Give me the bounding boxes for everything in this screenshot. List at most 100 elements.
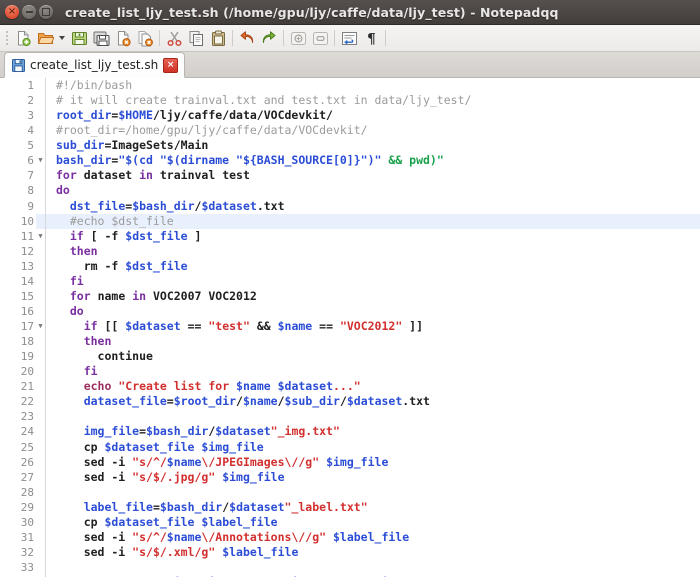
editor-line[interactable]: 22 dataset_file=$root_dir/$name/$sub_dir…: [0, 394, 700, 410]
editor-line[interactable]: 29 label_file=$bash_dir/$dataset"_label.…: [0, 499, 700, 515]
editor-line[interactable]: 16 do: [0, 303, 700, 319]
line-number: 24: [0, 424, 36, 440]
fold-toggle-icon[interactable]: ▼: [36, 153, 45, 168]
line-content: sed -i "s/$/.xml/g" $label_file: [51, 545, 700, 560]
tab-close-button[interactable]: ×: [163, 57, 179, 73]
code-token: label_file: [83, 499, 153, 514]
editor-line[interactable]: 4 #root_dir=/home/gpu/ljy/caffe/data/VOCd…: [0, 123, 700, 139]
editor-line[interactable]: 9 dst_file=$bash_dir/$dataset.txt: [0, 198, 700, 214]
editor-line[interactable]: 33: [0, 560, 700, 576]
editor-line[interactable]: 19 continue: [0, 349, 700, 365]
zoom-out-icon: [312, 31, 328, 45]
code-token: =: [152, 499, 160, 514]
code-token: /: [339, 394, 347, 409]
code-token: $name: [236, 379, 271, 394]
code-token: "_label.txt": [284, 499, 368, 514]
maximize-window-button[interactable]: [39, 5, 53, 19]
line-content: if [ -f $dst_file ]: [51, 229, 700, 244]
title-bar: × create_list_ljy_test.sh (/home/gpu/ljy…: [0, 0, 700, 25]
fold-toggle-icon[interactable]: ▼: [36, 319, 45, 334]
close-all-button[interactable]: [134, 27, 156, 49]
editor-line[interactable]: 21 echo "Create list for $name $dataset.…: [0, 379, 700, 395]
editor-line[interactable]: 12 then: [0, 243, 700, 259]
editor-line[interactable]: 24 img_file=$bash_dir/$dataset"_img.txt": [0, 424, 700, 440]
code-token: =: [139, 424, 147, 439]
minimize-window-button[interactable]: [22, 5, 36, 19]
editor-line[interactable]: 28: [0, 484, 700, 500]
toolbar-drag-handle[interactable]: [3, 29, 10, 47]
editor-line[interactable]: 27 sed -i "s/$/.jpg/g" $img_file: [0, 469, 700, 485]
new-file-button[interactable]: [12, 27, 34, 49]
editor-line[interactable]: 25 cp $dataset_file $img_file: [0, 439, 700, 455]
close-icon: ×: [7, 6, 17, 17]
editor-line[interactable]: 6 ▼ bash_dir="$(cd "$(dirname "${BASH_SOUR…: [0, 153, 700, 169]
editor-line[interactable]: 13 rm -f $dst_file: [0, 258, 700, 274]
line-number: 28: [0, 484, 36, 500]
paste-button[interactable]: [207, 27, 229, 49]
line-content: sed -i "s/^/$name\/JPEGImages\//g" $img_…: [51, 455, 700, 470]
tab-create-list-ljy-test[interactable]: create_list_ljy_test.sh ×: [4, 52, 186, 78]
cut-button[interactable]: [163, 27, 185, 49]
close-file-button[interactable]: [112, 27, 134, 49]
line-content: continue: [51, 349, 700, 364]
code-token: .txt: [256, 198, 285, 213]
editor-line[interactable]: 30 cp $dataset_file $label_file: [0, 514, 700, 530]
code-editor[interactable]: 1 #!/bin/bash 2 # it will create trainval.t…: [0, 78, 700, 577]
code-token: if: [69, 228, 84, 243]
editor-line[interactable]: 32 sed -i "s/$/.xml/g" $label_file: [0, 544, 700, 560]
line-number: 12: [0, 243, 36, 259]
code-token: for: [56, 168, 77, 183]
editor-line[interactable]: 11 ▼ if [ -f $dst_file ]: [0, 228, 700, 244]
line-number: 18: [0, 334, 36, 350]
copy-button[interactable]: [185, 27, 207, 49]
editor-line[interactable]: 23: [0, 409, 700, 425]
editor-line[interactable]: 26 sed -i "s/^/$name\/JPEGImages\//g" $i…: [0, 454, 700, 470]
open-file-button[interactable]: [34, 27, 56, 49]
zoom-in-button[interactable]: [287, 27, 309, 49]
editor-line[interactable]: 14 fi: [0, 273, 700, 289]
code-token: ==: [312, 319, 340, 333]
fold-toggle-icon[interactable]: ▼: [36, 229, 45, 244]
editor-line[interactable]: 3 root_dir=$HOME/ljy/caffe/data/VOCdevkit…: [0, 108, 700, 124]
show-whitespace-button[interactable]: ¶: [360, 27, 382, 49]
editor-line[interactable]: 2 # it will create trainval.txt and test.…: [0, 93, 700, 109]
editor-line[interactable]: 7 for dataset in trainval test: [0, 168, 700, 184]
code-token: \/JPEGImages\//g": [201, 454, 320, 469]
code-token: do: [56, 183, 70, 198]
line-number: 25: [0, 439, 36, 455]
open-recent-dropdown[interactable]: [56, 27, 68, 49]
code-token: "$(cd "$(dirname "${BASH_SOURCE[0]}")": [118, 153, 389, 168]
save-all-button[interactable]: [90, 27, 112, 49]
line-content: #root_dir=/home/gpu/ljy/caffe/data/VOCde…: [51, 123, 700, 138]
maximize-icon: [39, 5, 53, 19]
editor-line[interactable]: 1 #!/bin/bash: [0, 78, 700, 94]
editor-line[interactable]: 10 #echo $dst_file: [0, 213, 700, 229]
editor-line[interactable]: 20 fi: [0, 364, 700, 380]
close-window-button[interactable]: ×: [5, 5, 19, 19]
minimize-icon: [22, 5, 36, 19]
zoom-out-button[interactable]: [309, 27, 331, 49]
editor-line[interactable]: 18 then: [0, 334, 700, 350]
save-button[interactable]: [68, 27, 90, 49]
code-token: $dst_file: [125, 228, 188, 243]
line-number: 26: [0, 454, 36, 470]
word-wrap-button[interactable]: [338, 27, 360, 49]
editor-line[interactable]: 31 sed -i "s/^/$name\/Annotations\//g" $…: [0, 529, 700, 545]
line-number: 33: [0, 560, 36, 576]
editor-line[interactable]: 5 sub_dir=ImageSets/Main: [0, 138, 700, 154]
editor-line[interactable]: 17 ▼ if [[ $dataset == "test" && $name ==…: [0, 319, 700, 335]
undo-button[interactable]: [236, 27, 258, 49]
editor-line[interactable]: 8 do: [0, 183, 700, 199]
redo-button[interactable]: [258, 27, 280, 49]
code-token: fi: [69, 273, 84, 288]
editor-line[interactable]: 15 for name in VOC2007 VOC2012: [0, 288, 700, 304]
